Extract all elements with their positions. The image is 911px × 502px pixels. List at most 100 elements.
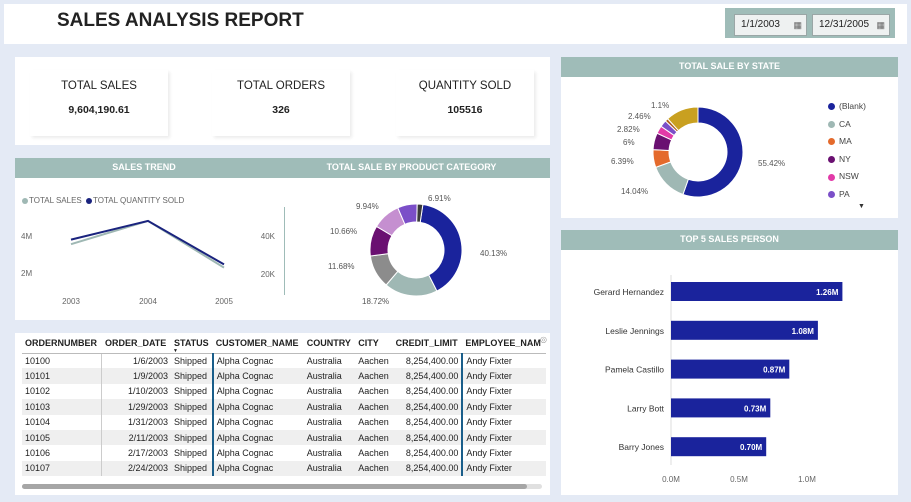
donut-slice[interactable]	[655, 161, 689, 196]
table-cell: Shipped	[171, 429, 213, 446]
table-cell: Alpha Cognac	[211, 445, 304, 461]
kpi-total-orders: TOTAL ORDERS 326	[212, 70, 350, 136]
product-category-donut: 40.13% 18.72% 11.68% 10.66% 9.94% 6.91%	[328, 194, 507, 306]
bar-x-tick: 0.0M	[662, 475, 680, 484]
top-sales-chart: Gerard Hernandez 1.26M Leslie Jennings 1.08…	[594, 275, 843, 484]
state-label: 1.1%	[651, 101, 669, 110]
table-cell: 10102	[25, 386, 51, 397]
bar-x-tick: 1.0M	[798, 475, 816, 484]
column-header[interactable]: COUNTRY	[303, 333, 356, 354]
orders-table-panel: ORDERNUMBER ORDER_DATE STATUS CUSTOMER_N…	[15, 333, 550, 495]
table-cell: 1/29/2003	[101, 399, 171, 415]
legend-scroll-down-icon[interactable]: ▼	[858, 203, 865, 210]
cat-label: 10.66%	[330, 227, 357, 236]
table-cell: Australia	[306, 386, 342, 397]
trend-right-ticks: 40K 20K	[261, 232, 276, 279]
legend-label: MA	[839, 136, 852, 147]
legend-dot	[828, 120, 835, 128]
table-cell: 8,254,400.00	[392, 368, 463, 384]
kpi-label: TOTAL ORDERS	[237, 80, 325, 92]
trend-line-total-quantity	[70, 219, 225, 266]
table-row[interactable]: 10103 1/29/2003 Shipped Alpha Cognac Austral…	[22, 399, 546, 415]
cat-label: 40.13%	[480, 249, 507, 258]
table-cell: 8,254,400.00	[392, 399, 463, 415]
legend-item[interactable]: MA	[828, 133, 866, 151]
kpi-value: 326	[272, 104, 290, 116]
table-cell: Alpha Cognac	[211, 429, 304, 446]
table-cell: Aachen	[355, 429, 393, 446]
table-cell: Aachen	[355, 368, 393, 384]
table-cell: Aachen	[358, 386, 389, 397]
trend-right-tick: 40K	[261, 232, 276, 241]
trend-x-tick: 2004	[139, 297, 157, 306]
bar-category-label: Barry Jones	[619, 442, 664, 452]
table-cell: Shipped	[174, 448, 208, 459]
table-cell: Andy Fixter	[461, 399, 546, 415]
table-cell: Aachen	[355, 460, 393, 477]
kpi-value: 105516	[447, 104, 483, 116]
table-cell: Andy Fixter	[461, 368, 546, 384]
table-cell: Australia	[303, 429, 356, 446]
more-options-icon[interactable]: ◎	[540, 335, 547, 344]
legend-dot	[828, 191, 835, 199]
legend-item[interactable]: PA	[828, 186, 866, 204]
legend-dot	[828, 138, 835, 146]
legend-item[interactable]: (Blank)	[828, 98, 866, 116]
table-cell: 2/17/2003	[101, 445, 171, 461]
table-cell: 10106	[25, 448, 51, 459]
table-cell: Shipped	[174, 355, 208, 366]
table-cell: Shipped	[171, 368, 213, 384]
table-cell: Andy Fixter	[461, 414, 546, 430]
table-cell: Australia	[306, 448, 342, 459]
column-header[interactable]: ORDERNUMBER	[22, 333, 102, 354]
table-cell: 8,254,400.00	[392, 429, 463, 446]
table-cell: Alpha Cognac	[211, 414, 304, 430]
table-cell: Aachen	[358, 448, 389, 459]
table-cell: 8,254,400.00	[392, 460, 463, 477]
column-header[interactable]: ORDER_DATE	[101, 333, 171, 354]
legend-dot	[828, 173, 835, 181]
legend-item[interactable]: CA	[828, 116, 866, 134]
table-row[interactable]: 10104 1/31/2003 Shipped Alpha Cognac Austral…	[22, 414, 546, 430]
table-row[interactable]: 10105 2/11/2003 Shipped Alpha Cognac Austral…	[22, 429, 546, 446]
bar-value-label: 0.87M	[763, 366, 786, 375]
bar-value-label: 1.26M	[816, 288, 839, 297]
column-header[interactable]: CUSTOMER_NAME	[212, 333, 304, 354]
table-cell: 8,254,400.00	[405, 417, 459, 428]
legend-label: (Blank)	[839, 101, 866, 111]
page-title: SALES ANALYSIS REPORT	[57, 10, 304, 31]
legend-item[interactable]: NY	[828, 151, 866, 169]
trend-line-total-sales	[70, 219, 225, 269]
date-to-field[interactable]: 12/31/2005 ▦	[812, 14, 890, 36]
calendar-icon[interactable]: ▦	[793, 15, 802, 35]
column-header[interactable]: CREDIT_LIMIT	[392, 333, 463, 354]
sort-indicator-icon[interactable]: ▼	[173, 348, 178, 354]
legend-item[interactable]: NSW	[828, 168, 866, 186]
cat-label: 11.68%	[328, 262, 355, 271]
date-from-value: 1/1/2003	[741, 19, 780, 30]
column-header[interactable]: EMPLOYEE_NAM	[462, 333, 546, 354]
trend-left-tick: 2M	[21, 269, 32, 278]
table-row[interactable]: 10101 1/9/2003 Shipped Alpha Cognac Australi…	[22, 368, 546, 384]
calendar-icon[interactable]: ▦	[876, 15, 885, 35]
bar-category-label: Leslie Jennings	[605, 326, 664, 336]
state-label: 14.04%	[621, 187, 648, 196]
cat-label: 18.72%	[362, 297, 389, 306]
trend-x-tick: 2003	[62, 297, 80, 306]
table-row[interactable]: 10100 1/6/2003 Shipped Alpha Cognac Australi…	[22, 353, 546, 369]
bar-category-label: Larry Bott	[627, 403, 664, 413]
table-row[interactable]: 10102 1/10/2003 Shipped Alpha Cognac Austral…	[22, 383, 546, 400]
column-header[interactable]: CITY	[355, 333, 393, 354]
date-from-field[interactable]: 1/1/2003 ▦	[734, 14, 807, 36]
scrollbar-thumb[interactable]	[22, 484, 527, 489]
table-row[interactable]: 10106 2/17/2003 Shipped Alpha Cognac Austral…	[22, 445, 546, 461]
table-cell: Alpha Cognac	[211, 353, 304, 369]
kpi-total-sales: TOTAL SALES 9,604,190.61	[30, 70, 168, 136]
legend-label-total-sales: TOTAL SALES	[29, 196, 82, 205]
horizontal-scrollbar[interactable]	[22, 484, 542, 489]
table-cell: Shipped	[174, 417, 208, 428]
cat-label: 9.94%	[356, 202, 379, 211]
legend-label: PA	[839, 188, 850, 199]
orders-table: ORDERNUMBER ORDER_DATE STATUS CUSTOMER_N…	[22, 333, 546, 477]
table-row[interactable]: 10107 2/24/2003 Shipped Alpha Cognac Austral…	[22, 460, 546, 477]
